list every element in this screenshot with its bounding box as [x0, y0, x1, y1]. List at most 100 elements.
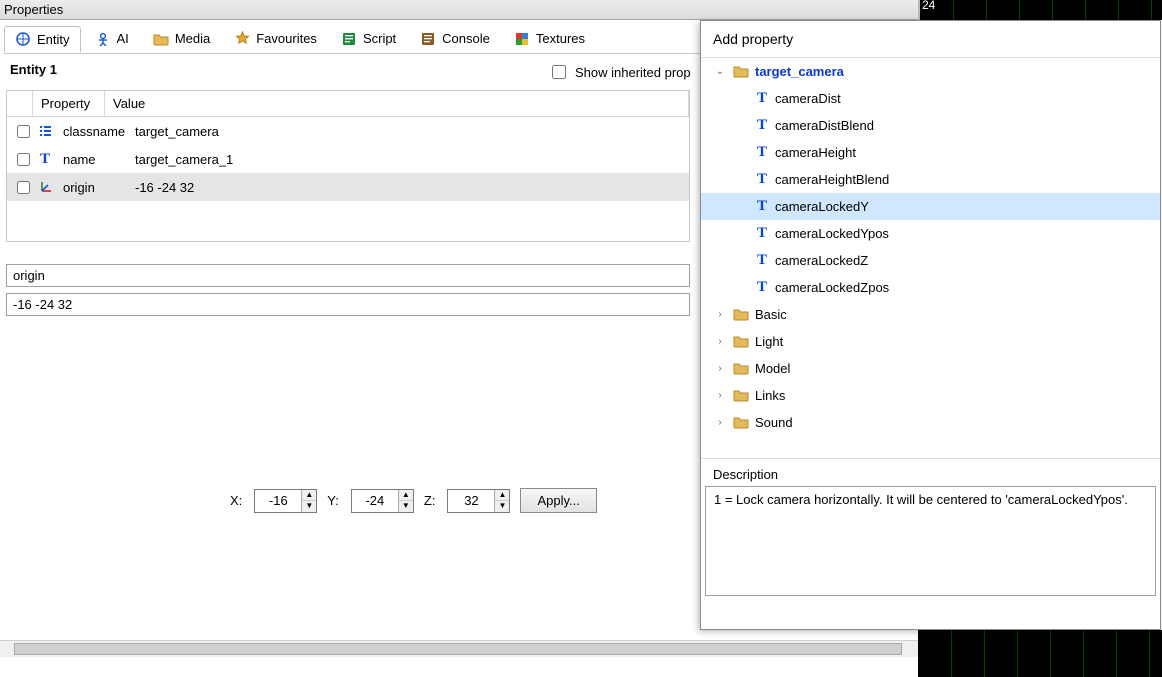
tab-label: AI: [117, 31, 129, 46]
y-input[interactable]: [352, 491, 398, 510]
tree-property-label: cameraDistBlend: [775, 118, 874, 133]
property-name: origin: [57, 177, 129, 198]
description-label: Description: [701, 459, 1160, 486]
tree-property-item[interactable]: TcameraLockedY: [701, 193, 1160, 220]
text-icon: T: [755, 90, 769, 107]
tree-group-label: Model: [755, 361, 790, 376]
scrollbar-thumb[interactable]: [14, 643, 902, 655]
table-row[interactable]: T name target_camera_1: [7, 145, 689, 173]
show-inherited-input[interactable]: [552, 65, 566, 79]
tree-property-label: cameraLockedY: [775, 199, 869, 214]
row-checkbox[interactable]: [17, 181, 30, 194]
add-property-title: Add property: [701, 21, 1160, 57]
tab-entity[interactable]: Entity: [4, 26, 81, 53]
tree-group-item[interactable]: › Basic: [701, 301, 1160, 328]
tree-group-item[interactable]: ›Links: [701, 382, 1160, 409]
key-field[interactable]: origin: [6, 264, 690, 287]
timeline-strip: 24: [918, 0, 1162, 20]
z-label: Z:: [424, 493, 436, 508]
description-text: 1 = Lock camera horizontally. It will be…: [705, 486, 1156, 596]
expand-icon[interactable]: ⌄: [713, 66, 727, 77]
spin-up-icon[interactable]: ▲: [399, 490, 413, 501]
key-value-editor: origin -16 -24 32: [6, 264, 690, 316]
x-input[interactable]: [255, 491, 301, 510]
table-row[interactable]: origin -16 -24 32: [7, 173, 689, 201]
tree-property-label: cameraDist: [775, 91, 841, 106]
property-value: target_camera: [129, 121, 689, 142]
tab-favourites[interactable]: Favourites: [224, 27, 327, 51]
tree-group-item[interactable]: › Model: [701, 355, 1160, 382]
tree-group-label: Basic: [755, 307, 787, 322]
expand-icon[interactable]: ›: [713, 309, 727, 320]
property-tree: ⌄target_cameraTcameraDistTcameraDistBlen…: [701, 57, 1160, 459]
spin-down-icon[interactable]: ▼: [302, 501, 316, 512]
text-icon: T: [755, 225, 769, 242]
tree-group-item[interactable]: ›Sound: [701, 409, 1160, 436]
expand-icon[interactable]: ›: [713, 417, 727, 428]
z-input[interactable]: [448, 491, 494, 510]
textures-icon: [514, 31, 530, 47]
horizontal-scrollbar[interactable]: [0, 640, 918, 657]
tree-group-item[interactable]: › Light: [701, 328, 1160, 355]
tab-script[interactable]: Script: [331, 27, 406, 51]
value-field[interactable]: -16 -24 32: [6, 293, 690, 316]
x-spinner[interactable]: ▲▼: [254, 489, 317, 513]
tree-property-item[interactable]: TcameraLockedYpos: [701, 220, 1160, 247]
console-icon: [420, 31, 436, 47]
spin-up-icon[interactable]: ▲: [302, 490, 316, 501]
axis-icon: [33, 177, 57, 197]
property-value: -16 -24 32: [129, 177, 689, 198]
y-spinner[interactable]: ▲▼: [351, 489, 414, 513]
tree-property-item[interactable]: TcameraDist: [701, 85, 1160, 112]
expand-icon[interactable]: ›: [713, 390, 727, 401]
folder-icon: [733, 389, 749, 402]
tab-media[interactable]: Media: [143, 27, 220, 51]
tab-ai[interactable]: AI: [85, 27, 139, 51]
folder-icon: [153, 31, 169, 47]
text-icon: T: [755, 252, 769, 269]
spin-down-icon[interactable]: ▼: [495, 501, 509, 512]
tree-group-label: Light: [755, 334, 783, 349]
row-checkbox[interactable]: [17, 153, 30, 166]
timeline-frame-label: 24: [922, 0, 935, 12]
tree-property-item[interactable]: TcameraLockedZpos: [701, 274, 1160, 301]
tab-textures[interactable]: Textures: [504, 27, 595, 51]
ai-icon: [95, 31, 111, 47]
column-property[interactable]: Property: [33, 91, 105, 116]
expand-icon[interactable]: ›: [713, 336, 727, 347]
z-spinner[interactable]: ▲▼: [447, 489, 510, 513]
tree-root-item[interactable]: ⌄target_camera: [701, 58, 1160, 85]
tree-property-item[interactable]: TcameraDistBlend: [701, 112, 1160, 139]
tree-property-label: cameraLockedZpos: [775, 280, 889, 295]
text-icon: T: [755, 144, 769, 161]
tree-property-item[interactable]: TcameraHeight: [701, 139, 1160, 166]
table-row[interactable]: classname target_camera: [7, 117, 689, 145]
folder-icon: [733, 362, 749, 375]
apply-button[interactable]: Apply...: [520, 488, 596, 513]
row-checkbox[interactable]: [17, 125, 30, 138]
show-inherited-label: Show inherited prop: [575, 65, 691, 80]
tree-property-item[interactable]: TcameraHeightBlend: [701, 166, 1160, 193]
column-value[interactable]: Value: [105, 91, 689, 116]
spin-down-icon[interactable]: ▼: [399, 501, 413, 512]
property-name: name: [57, 149, 129, 170]
tab-console[interactable]: Console: [410, 27, 500, 51]
entity-name: Entity 1: [10, 62, 57, 77]
folder-icon: [733, 308, 749, 321]
expand-icon[interactable]: ›: [713, 363, 727, 374]
folder-icon: [733, 416, 749, 429]
tab-label: Script: [363, 31, 396, 46]
tree-property-label: cameraHeight: [775, 145, 856, 160]
viewport-dark: [918, 630, 1162, 677]
table-header: Property Value: [7, 91, 689, 117]
list-icon: [33, 121, 57, 141]
folder-icon: [733, 335, 749, 348]
xyz-editor: X: ▲▼ Y: ▲▼ Z: ▲▼ Apply...: [230, 488, 597, 513]
spin-up-icon[interactable]: ▲: [495, 490, 509, 501]
tab-label: Textures: [536, 31, 585, 46]
add-property-panel: Add property ⌄target_cameraTcameraDistTc…: [700, 20, 1161, 630]
tree-property-item[interactable]: TcameraLockedZ: [701, 247, 1160, 274]
star-icon: [234, 31, 250, 47]
text-icon: T: [755, 198, 769, 215]
show-inherited-checkbox[interactable]: Show inherited prop: [548, 62, 691, 82]
